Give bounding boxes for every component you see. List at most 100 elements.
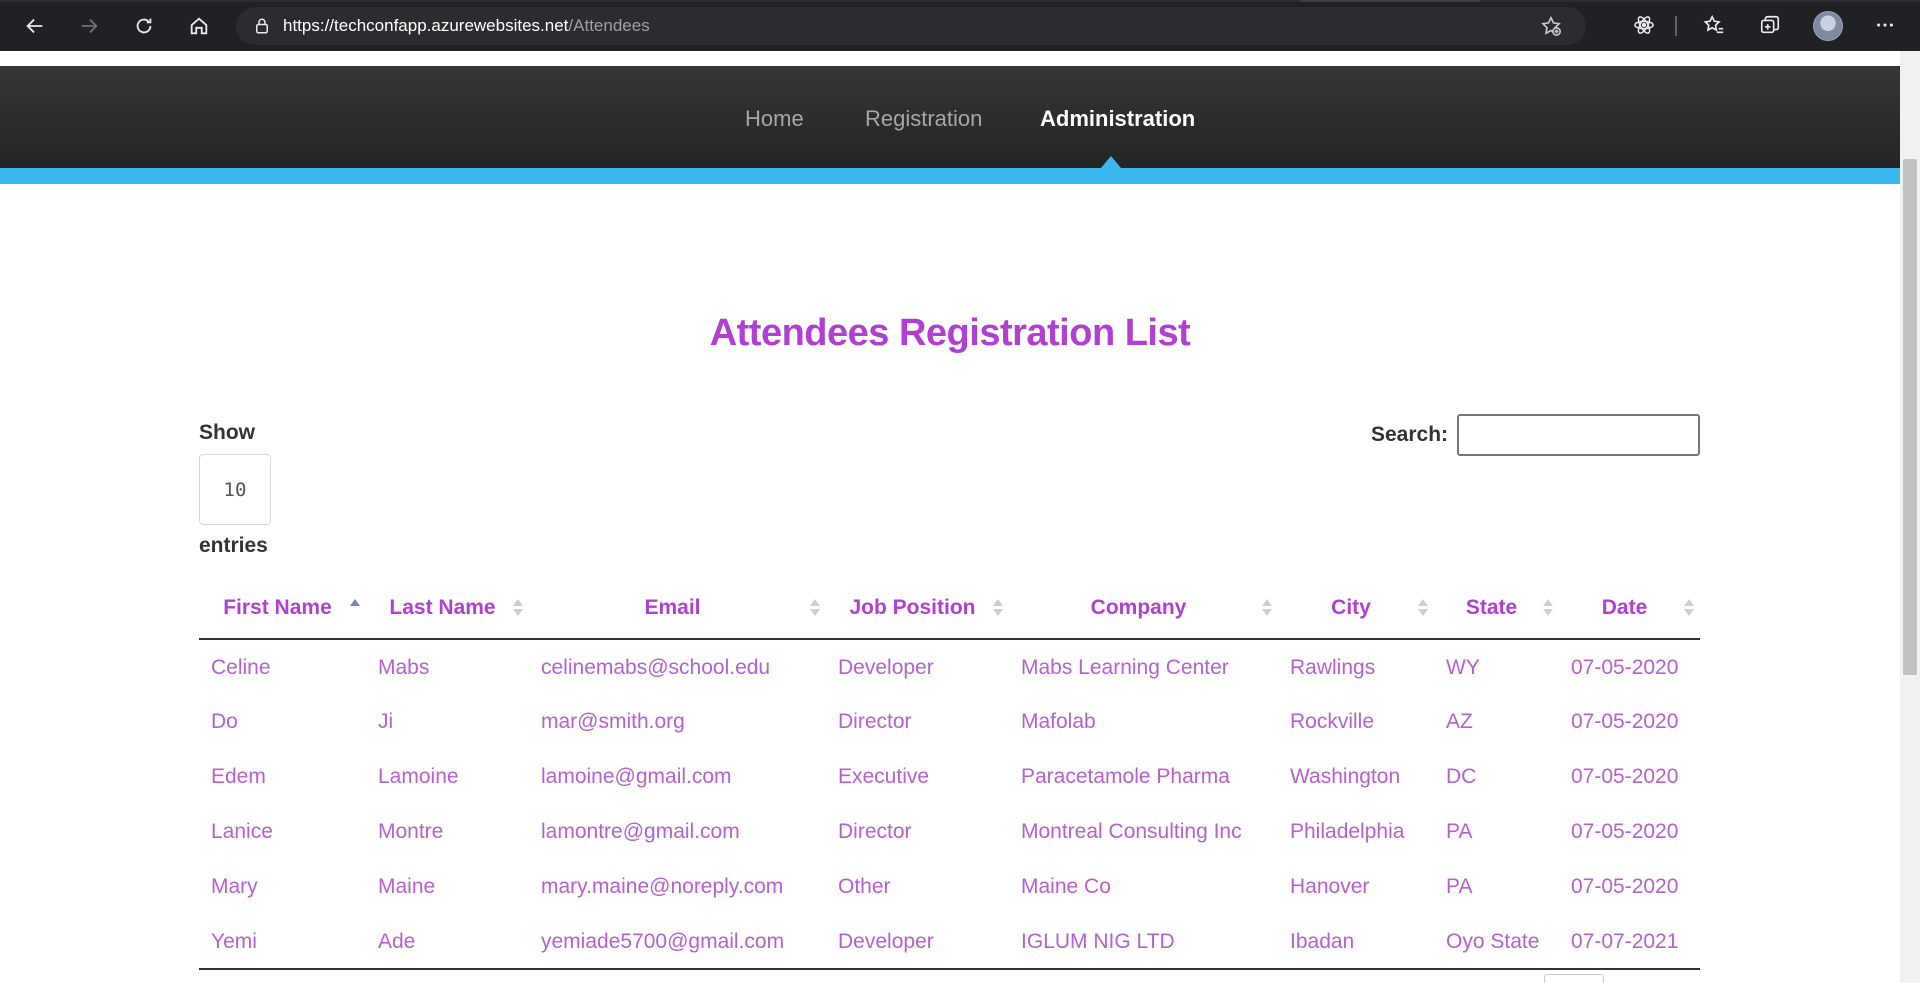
cell-last-name: Mabs <box>378 656 430 679</box>
extension-icon[interactable] <box>1631 12 1657 38</box>
cell-email: mar@smith.org <box>541 709 685 733</box>
collections-icon[interactable] <box>1757 12 1783 38</box>
address-bar[interactable]: https://techconfapp.azurewebsites.net/At… <box>236 7 1586 45</box>
sort-icon <box>993 597 1003 619</box>
cell-city: Philadelphia <box>1290 819 1405 843</box>
back-icon <box>26 18 43 34</box>
table-row[interactable]: Mary Maine mary.maine@noreply.com Other … <box>199 859 1700 914</box>
cell-first-name: Do <box>211 709 238 733</box>
column-header-label: Date <box>1601 595 1648 619</box>
column-header-last-name[interactable]: Last Name <box>366 577 529 640</box>
page-title: Attendees Registration List <box>709 312 1191 354</box>
table-row[interactable]: Edem Lamoine lamoine@gmail.com Executive… <box>199 749 1700 804</box>
back-button[interactable] <box>16 8 54 44</box>
cell-company: Paracetamole Pharma <box>1021 764 1230 788</box>
refresh-button[interactable] <box>125 8 163 44</box>
column-header-label: Company <box>1090 595 1187 619</box>
cell-state: PA <box>1446 874 1473 898</box>
forward-icon <box>81 18 98 34</box>
cell-company: Mabs Learning Center <box>1021 656 1229 679</box>
column-header-date[interactable]: Date <box>1559 577 1700 640</box>
column-header-label: First Name <box>223 595 332 619</box>
column-header-label: State <box>1465 595 1518 619</box>
cell-company: Maine Co <box>1021 874 1111 898</box>
column-header-state[interactable]: State <box>1434 577 1559 640</box>
home-icon <box>190 17 208 35</box>
cell-company: Mafolab <box>1021 709 1096 733</box>
home-button[interactable] <box>180 8 218 44</box>
cell-job-position: Other <box>838 874 891 898</box>
cell-date: 07-05-2020 <box>1571 874 1679 898</box>
url-path: /Attendees <box>568 16 650 35</box>
cell-last-name: Ade <box>378 929 416 953</box>
table-row[interactable]: Lanice Montre lamontre@gmail.com Directo… <box>199 804 1700 859</box>
cell-first-name: Mary <box>211 874 258 898</box>
toolbar-separator <box>1675 16 1677 36</box>
site-navbar: Home Registration Administration <box>0 66 1900 168</box>
active-tab-indicator <box>1300 0 1480 2</box>
cell-city: Rockville <box>1290 709 1375 733</box>
forward-button[interactable] <box>70 8 108 44</box>
column-header-label: Job Position <box>849 595 976 619</box>
table-row[interactable]: Yemi Ade yemiade5700@gmail.com Developer… <box>199 914 1700 969</box>
url-text: https://techconfapp.azurewebsites.net/At… <box>283 16 650 36</box>
cell-date: 07-05-2020 <box>1571 709 1679 733</box>
nav-registration-link[interactable]: Registration <box>865 106 982 132</box>
cell-last-name: Maine <box>378 874 436 898</box>
table-bottom-border <box>199 968 1700 970</box>
search-input[interactable] <box>1457 414 1700 456</box>
sort-icon <box>1262 597 1272 619</box>
show-label: Show <box>199 421 255 444</box>
cell-job-position: Developer <box>838 929 934 953</box>
cell-city: Hanover <box>1290 874 1370 898</box>
column-header-email[interactable]: Email <box>529 577 826 640</box>
scrollbar-thumb[interactable] <box>1903 159 1917 675</box>
entries-label: entries <box>199 534 268 557</box>
favorites-icon[interactable] <box>1701 12 1727 38</box>
cell-company: Montreal Consulting Inc <box>1021 819 1242 843</box>
cell-date: 07-05-2020 <box>1571 819 1679 843</box>
table-row[interactable]: Do Ji mar@smith.org Director Mafolab Roc… <box>199 694 1700 749</box>
more-icon[interactable] <box>1872 12 1898 38</box>
column-header-job-position[interactable]: Job Position <box>826 577 1009 640</box>
cell-state: WY <box>1446 656 1480 679</box>
sort-icon <box>1684 597 1694 619</box>
entries-length-select[interactable]: 10 <box>199 454 271 525</box>
profile-avatar[interactable] <box>1813 11 1843 41</box>
header-row: First Name Last Name Email Job Position … <box>199 577 1700 640</box>
column-header-first-name[interactable]: First Name <box>199 577 366 640</box>
cell-state: Oyo State <box>1446 929 1540 953</box>
table-row[interactable]: Celine Mabs celinemabs@school.edu Develo… <box>199 639 1700 694</box>
sort-icon <box>810 597 820 619</box>
column-header-company[interactable]: Company <box>1009 577 1278 640</box>
attendees-table: First Name Last Name Email Job Position … <box>199 577 1700 969</box>
cell-company: IGLUM NIG LTD <box>1021 929 1175 953</box>
cell-email: yemiade5700@gmail.com <box>541 929 785 953</box>
cell-first-name: Edem <box>211 764 266 788</box>
cell-date: 07-05-2020 <box>1571 764 1679 788</box>
table-body: Celine Mabs celinemabs@school.edu Develo… <box>199 639 1700 969</box>
column-header-city[interactable]: City <box>1278 577 1434 640</box>
cell-first-name: Celine <box>211 656 271 679</box>
nav-administration-link[interactable]: Administration <box>1040 106 1195 132</box>
cell-city: Rawlings <box>1290 656 1376 679</box>
pagination-button[interactable] <box>1544 974 1604 983</box>
cell-date: 07-05-2020 <box>1571 656 1679 679</box>
nav-home-link[interactable]: Home <box>745 106 804 132</box>
refresh-icon <box>136 18 152 34</box>
column-header-label: Email <box>644 595 701 619</box>
cell-first-name: Yemi <box>211 929 257 953</box>
sort-icon <box>1543 597 1553 619</box>
table-header: First Name Last Name Email Job Position … <box>199 577 1700 640</box>
cell-email: mary.maine@noreply.com <box>541 874 784 898</box>
add-favorite-icon[interactable] <box>1540 15 1562 37</box>
cell-state: AZ <box>1446 709 1473 733</box>
cell-job-position: Director <box>838 709 912 733</box>
column-header-label: City <box>1331 595 1371 619</box>
url-host: https://techconfapp.azurewebsites.net <box>283 16 569 35</box>
page-scrollbar[interactable] <box>1900 51 1920 983</box>
lock-icon[interactable] <box>253 16 271 36</box>
page-top-gap <box>0 51 1900 66</box>
active-nav-caret <box>1101 156 1121 168</box>
search-label: Search: <box>1371 423 1449 446</box>
